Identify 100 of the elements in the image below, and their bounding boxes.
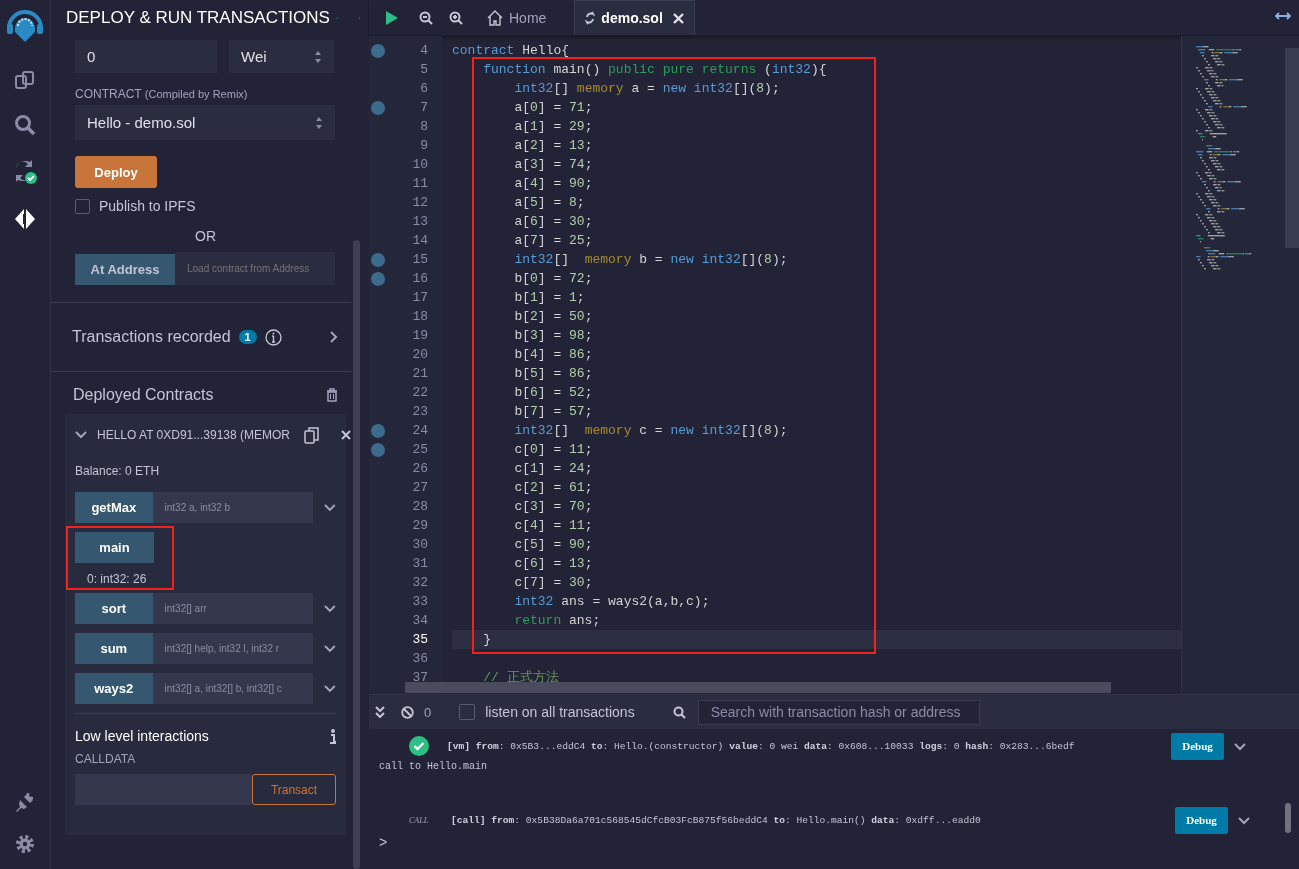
breakpoint-dot[interactable] [371,252,385,267]
unit-select[interactable]: Wei [229,40,334,73]
transaction-count: 0 [424,704,432,720]
clear-icon[interactable] [401,705,414,719]
function-button[interactable]: ways2 [75,673,153,704]
code-line: a[6] = 30; [513,213,594,231]
scrollbar[interactable] [353,240,360,869]
line-number: 7 [420,100,428,115]
function-button[interactable]: sort [75,593,153,624]
file-sync-icon [585,11,596,25]
debug-button[interactable]: Debug [1175,806,1228,834]
breakpoint-dot[interactable] [371,442,385,457]
breakpoint-dot[interactable] [371,43,385,58]
search-field[interactable]: Search with transaction hash or address [697,699,980,725]
code-line: a[4] = 90; [513,175,594,193]
close-icon[interactable] [672,12,684,24]
contract-select[interactable]: Hello - demo.sol [75,105,335,140]
listen-label: listen on all transactions [485,704,635,720]
chevron-down-icon[interactable] [1234,743,1246,751]
breakpoint-dot[interactable] [371,100,385,115]
search-icon [672,705,686,719]
editor-tab[interactable]: demo.sol [574,0,695,35]
line-number: 4 [420,43,428,58]
code-line: int32[] memory b = new int32[](8); [513,251,789,269]
line-number: 29 [412,518,428,533]
line-number: 37 [412,670,428,685]
code-line: c[7] = 30; [513,574,594,592]
function-button[interactable]: sum [75,633,153,664]
scrollbar[interactable] [1285,803,1291,833]
home-icon [487,9,503,26]
close-icon[interactable] [341,430,351,440]
call-tag: CALL [409,815,433,825]
editor-tab[interactable]: Home [477,0,557,35]
code-line: contract Hello{ [452,42,571,60]
log-entry: [vm] from: 0x5B3...eddC4 to: Hello.(constructor) value: 0 wei data: 0x608...10033 logs: 0 hash: 0x283...6bedf [447,740,1076,752]
code-line: c[3] = 70; [513,498,594,516]
debug-button[interactable]: Debug [1171,732,1224,760]
calldata-field[interactable] [75,774,252,805]
deploy-icon[interactable] [13,208,37,230]
info-icon[interactable] [264,328,282,346]
trash-icon[interactable] [326,388,338,402]
argument-field[interactable]: int32[] arr [152,593,314,624]
code-line: b[3] = 98; [513,327,594,345]
line-number: 5 [420,62,428,77]
chevron-down-icon[interactable] [324,604,336,613]
zoom-out-icon[interactable] [419,10,433,25]
instance-title[interactable]: HELLO AT 0XD91...39138 (MEMOR [97,427,290,443]
horizontal-scrollbar[interactable] [405,682,1111,693]
settings-icon[interactable] [14,833,36,855]
chevron-down-icon[interactable] [324,644,336,653]
line-number: 18 [412,309,428,324]
zoom-in-icon[interactable] [449,10,463,25]
calldata-label: CALLDATA [75,752,137,766]
line-number: 17 [412,290,428,305]
argument-field[interactable]: int32[] help, int32 l, int32 r [152,633,314,664]
chevron-down-icon[interactable] [1238,817,1250,825]
function-button[interactable]: main [75,532,154,563]
code-line: c[0] = 11; [513,441,594,459]
line-number: 13 [412,214,428,229]
code-line: b[5] = 86; [513,365,594,383]
files-icon[interactable] [14,69,36,91]
code-line: a[7] = 25; [513,232,594,250]
transact-button[interactable]: Transact [252,774,336,805]
publish-checkbox[interactable] [75,198,90,214]
chevron-down-icon[interactable] [324,684,336,693]
line-number: 28 [412,499,428,514]
line-number: 16 [412,271,428,286]
line-number: 11 [412,176,428,191]
deployed-title: Deployed Contracts [73,386,214,404]
chevron-down-icon[interactable] [324,503,336,512]
address-field[interactable]: Load contract from Address [175,252,335,285]
run-icon[interactable] [385,9,399,26]
value-field[interactable]: 0 [75,40,217,73]
argument-field[interactable]: int32[] a, int32[] b, int32[] c [152,673,314,704]
log-entry: [call] from: 0x5B38Da6a701c568545dCfcB03FcB875f56beddC4 to: Hello.main() data: 0xdff...eadd0 [451,814,982,826]
search-icon[interactable] [14,114,36,136]
listen-checkbox[interactable] [459,704,476,720]
chevron-down-icon[interactable] [75,431,87,439]
success-icon [409,736,429,756]
resize-icon[interactable] [1275,11,1291,21]
prompt: > [379,835,389,851]
plug-icon[interactable] [14,791,36,813]
function-button[interactable]: getMax [75,492,153,523]
breakpoint-dot[interactable] [371,423,385,438]
line-number: 10 [412,157,428,172]
call-result: 0: int32: 26 [87,572,147,586]
breakpoint-dot[interactable] [371,271,385,286]
line-number: 22 [412,385,428,400]
info-icon[interactable] [330,728,336,744]
line-number: 26 [412,461,428,476]
at-address-button[interactable]: At Address [75,254,175,285]
argument-field[interactable]: int32 a, int32 b [152,492,314,523]
publish-label: Publish to IPFS [99,198,196,214]
copy-icon[interactable] [304,426,319,444]
compiled-hint: (Compiled by Remix) [144,88,248,100]
or-label: OR [195,228,216,244]
transactions-label: Transactions recorded [72,328,231,346]
code-line: b[0] = 72; [513,270,594,288]
collapse-icon[interactable] [375,706,385,718]
code-line: b[7] = 57; [513,403,594,421]
